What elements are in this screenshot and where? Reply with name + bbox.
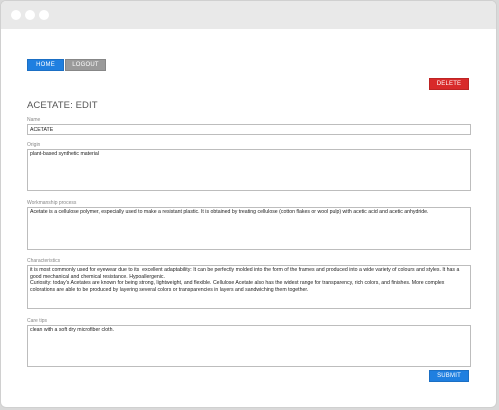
- browser-window: HOME LOGOUT DELETE ACETATE: EDIT Name Or…: [0, 0, 497, 408]
- care-label: Care tips: [27, 318, 48, 324]
- window-titlebar: [1, 1, 496, 29]
- name-input[interactable]: [27, 124, 471, 135]
- characteristics-label: Characteristics: [27, 258, 61, 264]
- window-dot-2: [25, 10, 35, 20]
- home-button[interactable]: HOME: [27, 59, 64, 71]
- workmanship-label: Workmanship process: [27, 200, 77, 206]
- workmanship-textarea[interactable]: Acetate is a cellulose polymer, especial…: [27, 207, 471, 250]
- origin-textarea[interactable]: plant-based synthetic material: [27, 149, 471, 191]
- delete-button[interactable]: DELETE: [429, 78, 469, 90]
- window-dot-1: [11, 10, 21, 20]
- name-label: Name: [27, 117, 41, 123]
- logout-button[interactable]: LOGOUT: [65, 59, 106, 71]
- page-title: ACETATE: EDIT: [27, 100, 98, 111]
- care-textarea[interactable]: clean with a soft dry microfiber cloth.: [27, 325, 471, 367]
- origin-label: Origin: [27, 142, 41, 148]
- characteristics-textarea[interactable]: it is most commonly used for eyewear due…: [27, 265, 471, 309]
- page-content: HOME LOGOUT DELETE ACETATE: EDIT Name Or…: [1, 29, 496, 407]
- window-dot-3: [39, 10, 49, 20]
- submit-button[interactable]: SUBMIT: [429, 370, 469, 382]
